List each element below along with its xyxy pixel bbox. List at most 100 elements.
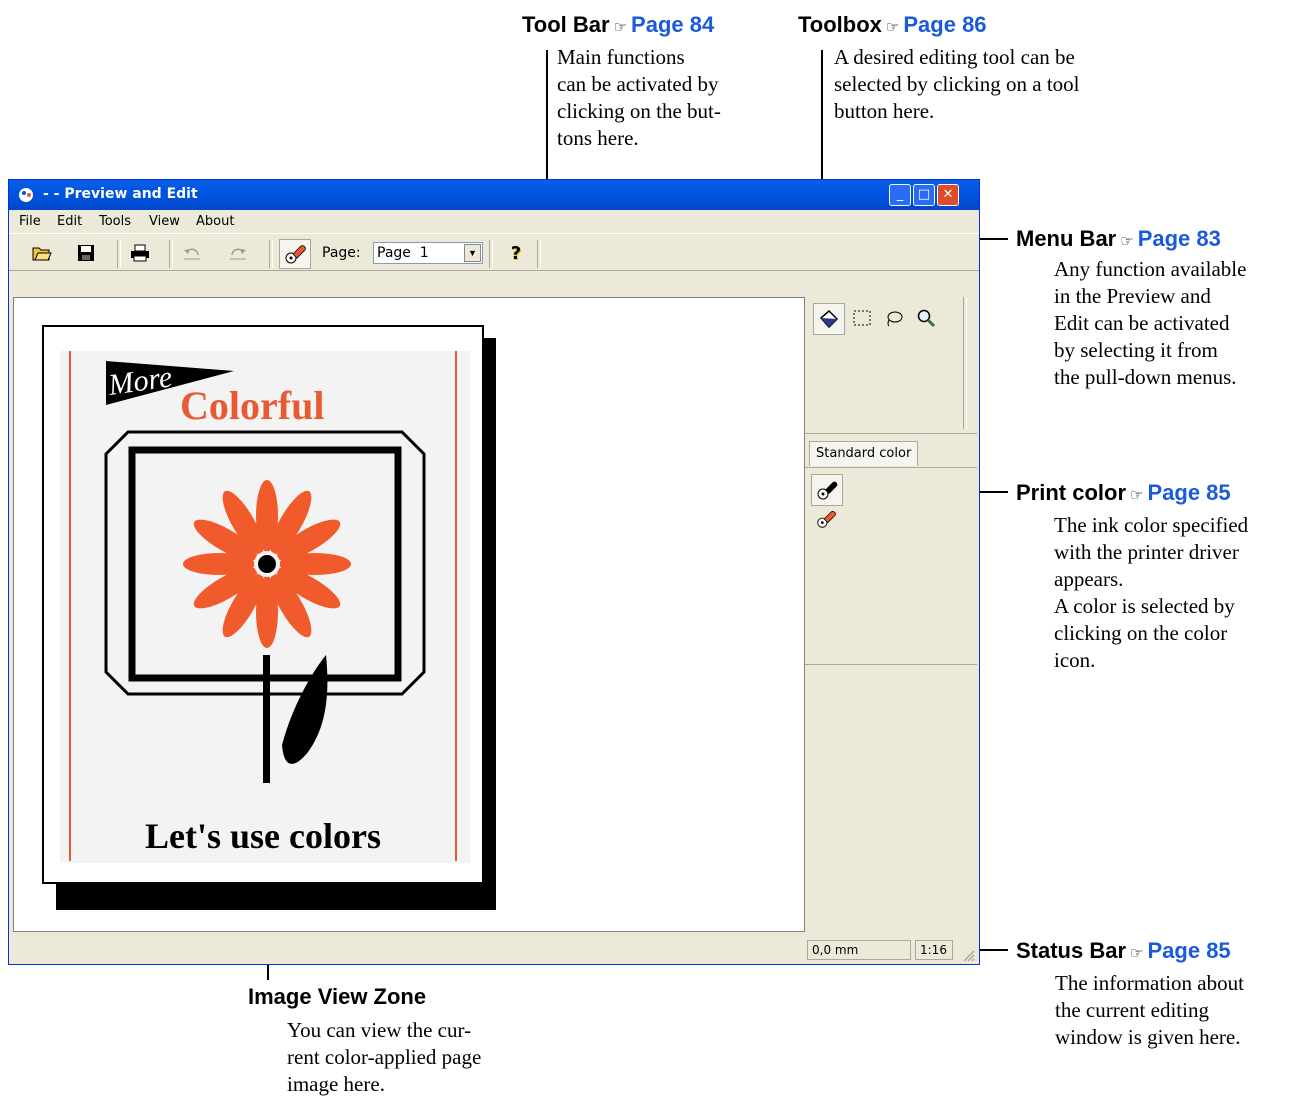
desc-line: button here. xyxy=(834,99,935,123)
desc-line: Edit can be activated xyxy=(1054,311,1230,335)
status-scale: 1:16 xyxy=(915,940,953,960)
toolbox-page-link[interactable]: Page 86 xyxy=(903,12,986,37)
preview-edit-window: - - Preview and Edit _ □ ✕ File Edit Too… xyxy=(8,179,980,965)
status-bar-description: The information about the current editin… xyxy=(1055,970,1244,1051)
reference-icon: ☞ xyxy=(1120,233,1134,250)
lasso-icon[interactable] xyxy=(883,307,905,329)
toolbar-separator xyxy=(537,240,541,268)
toolbox-callout-heading: Toolbox ☞ Page 86 xyxy=(798,12,987,38)
desc-line: selected by clicking on a tool xyxy=(834,72,1080,96)
ink-icon[interactable] xyxy=(279,239,311,269)
resize-grip-icon[interactable] xyxy=(961,948,975,962)
desc-line: by selecting it from xyxy=(1054,338,1218,362)
close-button[interactable]: ✕ xyxy=(937,184,959,206)
desc-line: the current editing xyxy=(1055,998,1209,1022)
desc-line: with the printer driver xyxy=(1054,540,1239,564)
desc-line: icon. xyxy=(1054,648,1096,672)
help-icon[interactable]: ? xyxy=(505,242,527,264)
caption-text: Let's use colors xyxy=(145,816,381,856)
tool-bar-page-link[interactable]: Page 84 xyxy=(631,12,714,37)
page-select[interactable]: Page 1 ▼ xyxy=(373,242,483,264)
desc-line: A color is selected by xyxy=(1054,594,1235,618)
desc-line: image here. xyxy=(287,1072,385,1096)
tool-bar-callout-heading: Tool Bar ☞ Page 84 xyxy=(522,12,714,38)
menu-view[interactable]: View xyxy=(149,214,180,229)
page-preview: More Colorful Let's use colors xyxy=(42,325,484,884)
page-select-value: Page 1 xyxy=(377,245,429,261)
red-ink-icon[interactable] xyxy=(815,508,837,530)
toolbox-description: A desired editing tool can be selected b… xyxy=(834,44,1080,125)
toolbox-title: Toolbox xyxy=(798,12,882,37)
print-color-title: Print color xyxy=(1016,480,1127,505)
image-view-callout-heading: Image View Zone xyxy=(248,984,427,1009)
status-bar-page-link[interactable]: Page 85 xyxy=(1148,938,1231,963)
zoom-icon[interactable] xyxy=(915,307,937,329)
toolbar-separator xyxy=(169,240,173,268)
fill-icon[interactable] xyxy=(813,303,845,335)
open-icon[interactable] xyxy=(31,242,53,264)
page-label: Page: xyxy=(322,245,361,261)
app-icon xyxy=(19,188,33,202)
rect-select-icon[interactable] xyxy=(851,307,873,329)
menu-bar: File Edit Tools View About xyxy=(9,210,979,232)
undo-icon[interactable] xyxy=(181,242,203,264)
tool-bar-description: Main functions can be activated by click… xyxy=(557,44,721,152)
save-icon[interactable] xyxy=(75,242,97,264)
color-tab-strip: Standard color xyxy=(805,437,977,468)
window-title: - - Preview and Edit xyxy=(43,186,198,202)
image-view-zone[interactable]: More Colorful Let's use colors xyxy=(13,297,805,932)
menu-bar-callout-heading: Menu Bar ☞ Page 83 xyxy=(1016,226,1221,252)
tool-bar-title: Tool Bar xyxy=(522,12,610,37)
artwork: More Colorful Let's use colors xyxy=(60,351,470,863)
menu-tools[interactable]: Tools xyxy=(99,214,131,229)
print-color-page-link[interactable]: Page 85 xyxy=(1147,480,1230,505)
status-bar-callout-heading: Status Bar ☞ Page 85 xyxy=(1016,938,1231,964)
image-view-description: You can view the cur- rent color-applied… xyxy=(287,1017,481,1098)
menu-file[interactable]: File xyxy=(19,214,41,229)
desc-line: clicking on the color xyxy=(1054,621,1228,645)
reference-icon: ☞ xyxy=(1130,945,1144,962)
desc-line: Main functions xyxy=(557,45,685,69)
status-bar: 0,0 mm 1:16 xyxy=(9,932,979,964)
desc-line: The information about xyxy=(1055,971,1244,995)
title-bar[interactable]: - - Preview and Edit _ □ ✕ xyxy=(9,180,979,210)
black-ink-icon[interactable] xyxy=(811,474,843,506)
menu-edit[interactable]: Edit xyxy=(57,214,82,229)
toolbox xyxy=(805,297,977,434)
desc-line: Any function available xyxy=(1054,257,1247,281)
desc-line: You can view the cur- xyxy=(287,1018,472,1042)
print-color-description: The ink color specified with the printer… xyxy=(1054,512,1248,674)
print-icon[interactable] xyxy=(129,242,151,264)
chevron-down-icon[interactable]: ▼ xyxy=(464,244,481,262)
desc-line: window is given here. xyxy=(1055,1025,1241,1049)
headline-text: Colorful xyxy=(180,383,324,428)
toolbar-separator xyxy=(117,240,121,268)
tab-standard-color[interactable]: Standard color xyxy=(809,441,919,466)
reference-icon: ☞ xyxy=(885,19,900,36)
toolbox-divider xyxy=(963,297,967,429)
menu-about[interactable]: About xyxy=(196,214,234,229)
tool-bar: Page: Page 1 ▼ ? xyxy=(9,233,979,271)
desc-line: can be activated by xyxy=(557,72,719,96)
desc-line: The ink color specified xyxy=(1054,513,1249,537)
reference-icon: ☞ xyxy=(613,19,628,36)
desc-line: A desired editing tool can be xyxy=(834,45,1075,69)
desc-line: in the Preview and xyxy=(1054,284,1211,308)
status-bar-title: Status Bar xyxy=(1016,938,1127,963)
menu-bar-title: Menu Bar xyxy=(1016,226,1117,251)
color-list xyxy=(805,468,977,665)
menu-bar-description: Any function available in the Preview an… xyxy=(1054,256,1246,391)
toolbar-separator xyxy=(489,240,493,268)
reference-icon: ☞ xyxy=(1130,487,1144,504)
redo-icon[interactable] xyxy=(227,242,249,264)
desc-line: tons here. xyxy=(557,126,639,150)
maximize-button[interactable]: □ xyxy=(913,184,935,206)
desc-line: the pull-down menus. xyxy=(1054,365,1237,389)
desc-line: rent color-applied page xyxy=(287,1045,482,1069)
side-panel: Standard color xyxy=(805,297,977,932)
print-color-callout-heading: Print color ☞ Page 85 xyxy=(1016,480,1231,506)
minimize-button[interactable]: _ xyxy=(889,184,911,206)
status-position: 0,0 mm xyxy=(807,940,911,960)
menu-bar-page-link[interactable]: Page 83 xyxy=(1138,226,1221,251)
toolbar-separator xyxy=(269,240,273,268)
